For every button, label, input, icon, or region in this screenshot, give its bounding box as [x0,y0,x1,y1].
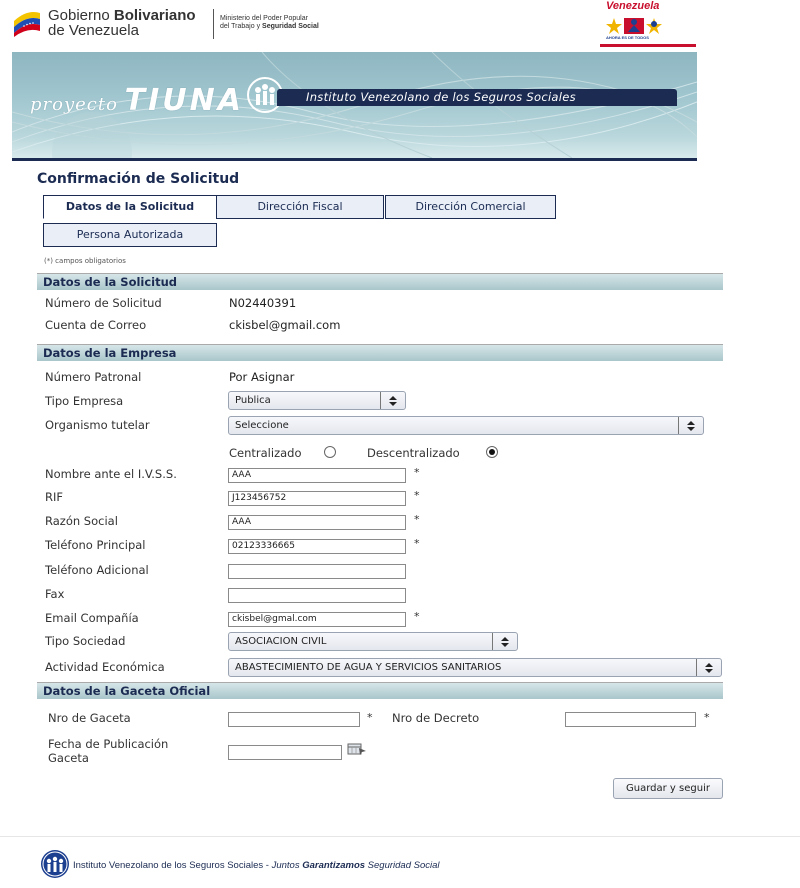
footer-divider [0,836,800,837]
email-compania-input[interactable]: ckisbel@gmal.com [228,612,406,627]
fax-label: Fax [45,587,65,601]
numero-patronal-value: Por Asignar [229,370,295,384]
nombre-ivss-label: Nombre ante el I.V.S.S. [45,467,177,481]
rif-input[interactable]: J123456752 [228,491,406,506]
section-gaceta-oficial: Datos de la Gaceta Oficial [37,682,723,699]
updown-arrows-icon [492,633,517,650]
required-mark: * [414,466,420,479]
cuenta-correo-label: Cuenta de Correo [45,318,147,332]
project-title: proyecto TIUNA [30,83,244,118]
government-header: Gobierno Bolivariano de Venezuela Minist… [0,0,800,48]
razon-social-label: Razón Social [45,514,118,528]
email-compania-label: Email Compañía [45,611,139,625]
tab-direccion-comercial[interactable]: Dirección Comercial [385,195,556,219]
fecha-publicacion-input[interactable] [228,745,342,760]
required-mark: * [414,489,420,502]
vzla-logo-title: Venezuela [606,0,660,12]
numero-solicitud-label: Número de Solicitud [45,296,162,310]
nro-gaceta-input[interactable] [228,712,360,727]
banner-bottom-rule [12,158,697,161]
telefono-adicional-label: Teléfono Adicional [45,563,149,577]
actividad-economica-selected: ABASTECIMIENTO DE AGUA Y SERVICIOS SANIT… [235,662,502,673]
organismo-tutelar-select[interactable]: Seleccione [228,416,704,435]
section-datos-solicitud: Datos de la Solicitud [37,273,723,290]
required-mark: * [414,537,420,550]
telefono-adicional-input[interactable] [228,564,406,579]
organismo-tutelar-label: Organismo tutelar [45,418,150,432]
nro-decreto-input[interactable] [565,712,696,727]
tipo-sociedad-select[interactable]: ASOCIACION CIVIL [228,632,518,651]
nro-gaceta-label: Nro de Gaceta [48,711,131,725]
calendar-picker-icon[interactable] [347,742,367,756]
footer-institute: Instituto Venezolano de los Seguros Soci… [73,860,272,871]
tipo-sociedad-selected: ASOCIACION CIVIL [235,636,327,647]
telefono-principal-label: Teléfono Principal [45,538,146,552]
telefono-principal-input[interactable]: 02123336665 [228,539,406,554]
centralizado-label: Centralizado [229,446,302,460]
updown-arrows-icon [678,417,703,434]
footer-text: Instituto Venezolano de los Seguros Soci… [73,860,440,871]
tipo-empresa-selected: Publica [235,395,271,406]
numero-solicitud-value: N02440391 [229,296,297,310]
tab-datos-solicitud[interactable]: Datos de la Solicitud [43,195,217,219]
guardar-y-seguir-button[interactable]: Guardar y seguir [613,778,723,799]
nro-decreto-label: Nro de Decreto [392,711,480,725]
ministry-name: Ministerio del Poder Popular del Trabajo… [220,15,319,31]
required-mark: * [414,513,420,526]
descentralizado-radio[interactable] [486,446,498,458]
page-title: Confirmación de Solicitud [37,171,240,187]
project-prefix: proyecto [30,94,118,115]
ministry-line2-light: del Trabajo y [220,23,261,30]
ivss-footer-logo-icon [41,850,69,878]
ministry-line2-bold: Seguridad Social [262,23,319,30]
required-mark: * [367,711,373,724]
nombre-ivss-input[interactable]: AAA [228,468,406,483]
vzla-red-rule [600,44,696,47]
tipo-empresa-label: Tipo Empresa [45,394,124,408]
footer-slogan-b: Garantizamos [302,860,366,871]
razon-social-input[interactable]: AAA [228,515,406,530]
fax-input[interactable] [228,588,406,603]
rif-label: RIF [45,490,63,504]
government-name: Gobierno Bolivariano de Venezuela [48,8,196,38]
vzla-logo-subtitle: AHORA ES DE TODOS [606,35,649,40]
institute-tab-label: Instituto Venezolano de los Seguros Soci… [306,90,576,104]
organismo-tutelar-selected: Seleccione [235,420,289,431]
tab-persona-autorizada[interactable]: Persona Autorizada [43,223,217,247]
section-datos-empresa: Datos de la Empresa [37,344,723,361]
gov-name-line2: de Venezuela [48,22,139,39]
footer-slogan-c: Seguridad Social [365,860,440,871]
numero-patronal-label: Número Patronal [45,370,142,384]
footer-slogan-a: Juntos [271,860,303,871]
updown-arrows-icon [696,659,721,676]
project-name: TIUNA [124,83,244,118]
actividad-economica-select[interactable]: ABASTECIMIENTO DE AGUA Y SERVICIOS SANIT… [228,658,722,677]
fecha-publicacion-label-line2: Gaceta [48,751,89,765]
tipo-empresa-select[interactable]: Publica [228,391,406,410]
fecha-publicacion-label: Fecha de Publicación [48,737,169,751]
required-fields-note: (*) campos obligatorios [44,257,126,265]
actividad-economica-label: Actividad Económica [45,660,165,674]
ministry-line1: Ministerio del Poder Popular [220,15,308,22]
header-divider [213,9,214,39]
tab-direccion-fiscal[interactable]: Dirección Fiscal [216,195,384,219]
venezuela-flag-icon [14,12,40,37]
centralizado-radio[interactable] [324,446,336,458]
tipo-sociedad-label: Tipo Sociedad [45,634,126,648]
required-mark: * [704,711,710,724]
cuenta-correo-value: ckisbel@gmail.com [229,318,341,332]
required-mark: * [414,610,420,623]
updown-arrows-icon [380,392,405,409]
descentralizado-label: Descentralizado [367,446,460,460]
